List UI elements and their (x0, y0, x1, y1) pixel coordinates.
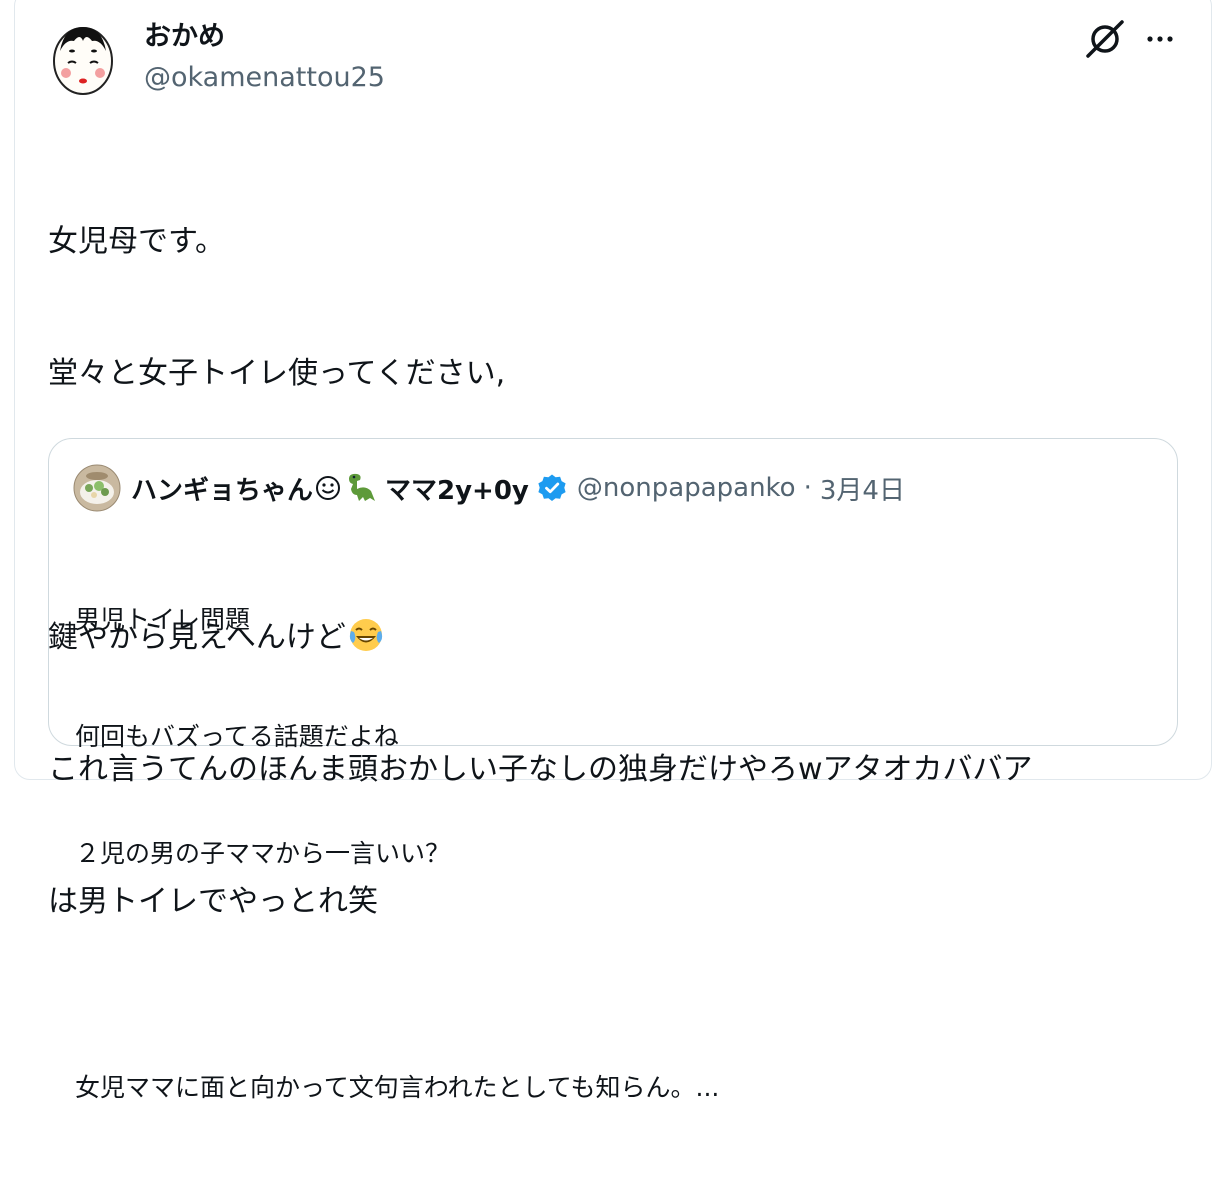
quoted-tweet[interactable]: ハンギョちゃん ママ2y+0y @nonpapapanko · 3月4日 男児ト… (48, 438, 1178, 1102)
quote-display-name-suffix[interactable]: ママ2y+0y (385, 470, 529, 507)
quote-handle[interactable]: @nonpapapanko (577, 473, 796, 503)
quote-line: 女児ママに面と向かって文句言われたとしても知らん。... (75, 1073, 720, 1102)
grok-icon[interactable] (1084, 18, 1126, 60)
verified-badge-icon (538, 474, 566, 501)
quote-header: ハンギョちゃん ママ2y+0y @nonpapapanko · 3月4日 (131, 468, 905, 508)
user-handle[interactable]: @okamenattou25 (144, 61, 385, 95)
smile-emoji (316, 476, 341, 500)
quote-display-name[interactable]: ハンギョちゃん (131, 470, 313, 507)
display-name[interactable]: おかめ (144, 20, 225, 54)
tweet-line: 堂々と女子トイレ使ってください, (48, 356, 506, 391)
quote-separator: · (803, 473, 812, 503)
tweet-line: 女児母です。 (48, 224, 225, 259)
quote-line: 何回もバズってる話題だよね (75, 722, 399, 751)
more-icon[interactable] (1143, 22, 1177, 56)
quote-line: ２児の男の子ママから一言いい？ (75, 839, 451, 868)
quote-line (75, 951, 719, 990)
trex-emoji (349, 473, 376, 501)
quote-avatar[interactable] (73, 464, 121, 512)
quote-line: 男児トイレ問題 (75, 605, 251, 634)
quote-text: 男児トイレ問題 何回もバズってる話題だよね ２児の男の子ママから一言いい？ 女児… (75, 522, 719, 1185)
quote-date[interactable]: 3月4日 (820, 470, 905, 507)
avatar[interactable] (50, 21, 116, 97)
